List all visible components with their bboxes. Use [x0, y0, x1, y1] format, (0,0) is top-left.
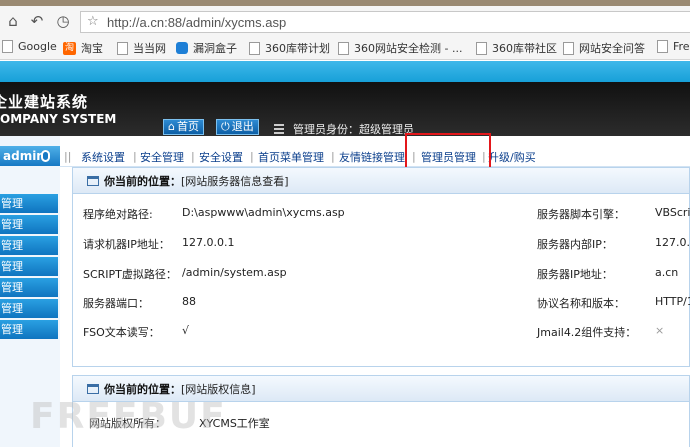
home-button[interactable]: ⌂ 首页 [163, 119, 204, 135]
info-label: 服务器IP地址： [537, 268, 613, 281]
page-icon [476, 41, 487, 55]
page-icon [563, 41, 574, 55]
breadcrumb: [网站服务器信息查看] [181, 174, 289, 188]
taobao-icon: 淘 [63, 41, 76, 55]
info-value: VBScript [655, 206, 690, 219]
watermark: FREEBUF [30, 396, 227, 437]
menu-separator: || [64, 150, 72, 163]
list-icon [274, 124, 284, 134]
bookmark-star-icon[interactable]: ☆ [87, 14, 99, 29]
page-icon [117, 41, 128, 55]
sidebar-admin-label: admin [0, 146, 60, 166]
info-value: D:\aspwww\admin\xycms.asp [182, 206, 345, 219]
info-value: 127.0.0 [655, 236, 690, 249]
info-label: SCRIPT虚拟路径： [83, 268, 177, 281]
menu-separator: | [331, 150, 335, 163]
header-top-bar [0, 61, 690, 82]
sidebar-item[interactable]: 管理 [0, 194, 58, 213]
address-bar[interactable]: ☆ http://a.cn:88/admin/xycms.asp [80, 11, 690, 33]
info-label: 请求机器IP地址： [83, 238, 170, 251]
menu-separator: | [191, 150, 195, 163]
menu-security-settings[interactable]: 安全设置 [199, 149, 243, 165]
info-label: 服务器脚本引擎： [537, 208, 625, 221]
info-value: /admin/system.asp [182, 266, 287, 279]
site-name-english: OMPANY SYSTEM [0, 112, 117, 126]
back-icon[interactable]: ↶ [28, 12, 46, 30]
panel-header: 你当前的位置： [网站服务器信息查看] [73, 168, 689, 194]
sidebar-item[interactable]: 管理 [0, 320, 58, 339]
url-text: http://a.cn:88/admin/xycms.asp [107, 15, 287, 30]
user-icon [41, 150, 50, 162]
info-label: 服务器端口： [83, 297, 149, 310]
bookmark-security-qa[interactable]: 网站安全问答 [563, 40, 645, 56]
browser-toolbar: ⌂ ↶ ◷ ☆ http://a.cn:88/admin/xycms.asp [0, 6, 690, 36]
menu-upgrade-buy[interactable]: 升级/购买 [488, 149, 536, 165]
admin-role: 管理员身份：超级管理员 [274, 121, 414, 137]
window-icon [87, 383, 99, 394]
menu-separator: | [250, 150, 254, 163]
home-icon[interactable]: ⌂ [4, 12, 22, 30]
info-label: 协议名称和版本： [537, 297, 625, 310]
bookmark-360-check[interactable]: 360网站安全检测 - ... [338, 40, 462, 56]
menu-separator: | [133, 150, 137, 163]
sidebar-item[interactable]: 管理 [0, 215, 58, 234]
bookmark-google[interactable]: Google [2, 40, 57, 53]
info-value: 88 [182, 295, 196, 308]
bookmark-360-plan[interactable]: 360库带计划 [249, 40, 330, 56]
menu-friend-links[interactable]: 友情链接管理 [339, 149, 405, 165]
info-value: HTTP/1 [655, 295, 690, 308]
sidebar-item[interactable]: 管理 [0, 299, 58, 318]
sidebar-item[interactable]: 管理 [0, 257, 58, 276]
bookmark-360-community[interactable]: 360库带社区 [476, 40, 557, 56]
site-name: 企业建站系统 [0, 93, 89, 111]
bookmarks-bar: Google 淘淘宝 当当网 漏洞盒子 360库带计划 360网站安全检测 - … [0, 36, 690, 60]
window-icon [87, 175, 99, 186]
bookmark-free[interactable]: Free [657, 40, 690, 53]
page-icon [338, 41, 349, 55]
bookmark-taobao[interactable]: 淘淘宝 [63, 40, 103, 56]
info-value: × [655, 324, 665, 337]
history-icon[interactable]: ◷ [54, 12, 72, 30]
page-icon [657, 40, 668, 53]
info-label: FSO文本读写： [83, 326, 160, 339]
info-label: 服务器内部IP： [537, 238, 613, 251]
info-value: a.cn [655, 266, 679, 279]
info-label: Jmail4.2组件支持： [537, 326, 637, 339]
sidebar-item[interactable]: 管理 [0, 278, 58, 297]
app-header: 企业建站系统 OMPANY SYSTEM ⌂ 首页 ⏻ 退出 管理员身份：超级管理员 [0, 82, 690, 136]
page-icon [249, 41, 260, 55]
bookmark-dangdang[interactable]: 当当网 [117, 40, 166, 56]
info-value: √ [182, 324, 190, 337]
breadcrumb: [网站版权信息] [181, 382, 256, 396]
power-icon: ⏻ [221, 120, 230, 133]
sidebar-item[interactable]: 管理 [0, 236, 58, 255]
info-value: 127.0.0.1 [182, 236, 235, 249]
server-info-panel: 你当前的位置： [网站服务器信息查看] 程序绝对路径: D:\aspwww\ad… [72, 167, 690, 367]
box-icon [176, 42, 188, 54]
menu-home-menu-manage[interactable]: 首页菜单管理 [258, 149, 324, 165]
info-label: 程序绝对路径: [83, 208, 153, 221]
page-icon [2, 40, 13, 53]
top-menu: || 系统设置 | 安全管理 | 安全设置 | 首页菜单管理 | 友情链接管理 … [60, 143, 690, 167]
menu-system-settings[interactable]: 系统设置 [81, 149, 125, 165]
menu-security-manage[interactable]: 安全管理 [140, 149, 184, 165]
bookmark-loudong[interactable]: 漏洞盒子 [176, 40, 237, 56]
logout-button[interactable]: ⏻ 退出 [216, 119, 259, 135]
home-icon: ⌂ [168, 120, 175, 133]
